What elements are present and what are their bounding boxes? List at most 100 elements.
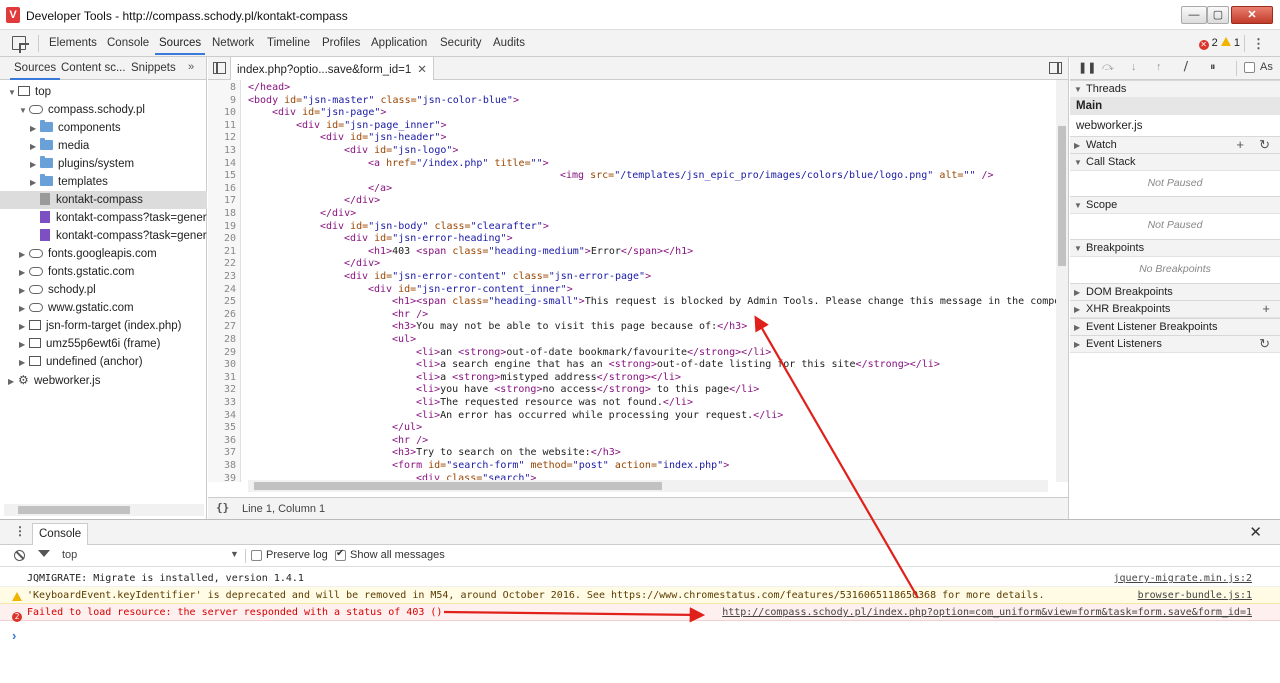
tab-network[interactable]: Network (212, 37, 254, 49)
line-number[interactable]: 19 (208, 221, 236, 234)
tab-audits[interactable]: Audits (493, 37, 525, 49)
line-number[interactable]: 36 (208, 435, 236, 448)
expand-toggle-icon[interactable]: ▶ (30, 138, 40, 155)
scrollbar-thumb[interactable] (254, 482, 662, 490)
line-number[interactable]: 14 (208, 158, 236, 171)
maximize-button[interactable]: ▢ (1207, 6, 1229, 24)
tab-application[interactable]: Application (371, 37, 427, 49)
message-source-link[interactable]: jquery-migrate.min.js:2 (1114, 570, 1252, 587)
tree-item[interactable]: kontakt-compass?task=generat (0, 209, 207, 227)
tab-sources[interactable]: Sources (154, 37, 206, 55)
tree-item[interactable]: ▶ templates (0, 173, 207, 191)
chevron-down-icon[interactable]: ▼ (230, 549, 239, 559)
expand-toggle-icon[interactable]: ▶ (19, 354, 29, 371)
step-over-icon[interactable]: ⤼ (1102, 61, 1114, 74)
deactivate-breakpoints-icon[interactable]: ⧸ (1184, 61, 1188, 74)
line-number[interactable]: 32 (208, 384, 236, 397)
code-view[interactable]: 8 </head> 9 <body id="jsn-master" class="js… (208, 80, 1057, 482)
refresh-icon[interactable]: ↻ (1259, 336, 1270, 352)
tree-item[interactable]: kontakt-compass?task=generat (0, 227, 207, 245)
line-number[interactable]: 29 (208, 347, 236, 360)
navigator-tab-sources[interactable]: Sources (9, 62, 61, 80)
line-number[interactable]: 22 (208, 258, 236, 271)
tab-elements[interactable]: Elements (49, 37, 97, 49)
thread-main[interactable]: Main (1070, 97, 1280, 115)
message-source-link[interactable]: http://compass.schody.pl/index.php?optio… (722, 604, 1252, 621)
scrollbar-thumb[interactable] (1058, 126, 1066, 266)
expand-toggle-icon[interactable]: ▶ (30, 120, 40, 137)
section-dom-breakpoints[interactable]: ▶ DOM Breakpoints (1070, 283, 1280, 301)
step-out-icon[interactable]: ↑ (1156, 61, 1162, 73)
expand-toggle-icon[interactable]: ▶ (19, 282, 29, 299)
thread-webworker[interactable]: webworker.js (1070, 117, 1280, 135)
expand-toggle-icon[interactable]: ▶ (30, 156, 40, 173)
line-number[interactable]: 17 (208, 195, 236, 208)
clear-console-icon[interactable] (14, 550, 25, 561)
expand-toggle-icon[interactable]: ▶ (19, 300, 29, 317)
toggle-debugger-icon[interactable] (1049, 62, 1062, 74)
line-number[interactable]: 18 (208, 208, 236, 221)
close-tab-icon[interactable]: ✕ (417, 64, 427, 76)
tree-item[interactable]: ▶ fonts.googleapis.com (0, 245, 207, 263)
line-number[interactable]: 39 (208, 473, 236, 482)
line-number[interactable]: 20 (208, 233, 236, 246)
expand-toggle-icon[interactable]: ▼ (19, 102, 29, 119)
line-number[interactable]: 27 (208, 321, 236, 334)
pause-on-exceptions-icon[interactable]: ⏸ (1210, 61, 1216, 74)
editor-vertical-scrollbar[interactable] (1056, 80, 1068, 482)
section-scope[interactable]: ▼ Scope (1070, 196, 1280, 214)
line-number[interactable]: 38 (208, 460, 236, 473)
tab-timeline[interactable]: Timeline (267, 37, 310, 49)
section-threads[interactable]: ▼ Threads (1070, 80, 1280, 98)
drawer-menu-icon[interactable]: ⋮ (14, 524, 26, 538)
expand-toggle-icon[interactable]: ▼ (8, 84, 18, 101)
section-xhr-breakpoints[interactable]: ▶ XHR Breakpoints + (1070, 300, 1280, 318)
step-into-icon[interactable]: ↓ (1131, 61, 1137, 73)
line-number[interactable]: 12 (208, 132, 236, 145)
expand-toggle-icon[interactable]: ▶ (8, 373, 18, 389)
line-number[interactable]: 26 (208, 309, 236, 322)
tree-item[interactable]: ▶ fonts.gstatic.com (0, 263, 207, 281)
more-tabs-icon[interactable]: » (188, 61, 194, 73)
line-number[interactable]: 15 (208, 170, 236, 183)
line-number[interactable]: 25 (208, 296, 236, 309)
add-watch-icon[interactable]: + (1236, 137, 1244, 153)
console-prompt[interactable]: › (12, 628, 16, 643)
expand-toggle-icon[interactable]: ▶ (19, 264, 29, 281)
pause-icon[interactable]: ❚❚ (1078, 61, 1096, 74)
refresh-icon[interactable]: ↻ (1259, 137, 1270, 153)
section-breakpoints[interactable]: ▼ Breakpoints (1070, 239, 1280, 257)
tree-item[interactable]: ▶ plugins/system (0, 155, 207, 173)
tab-profiles[interactable]: Profiles (322, 37, 360, 49)
tree-item[interactable]: kontakt-compass (0, 191, 207, 209)
line-number[interactable]: 30 (208, 359, 236, 372)
tree-item[interactable]: ▶ umz55p6ewt6i (frame) (0, 335, 207, 353)
close-window-button[interactable]: ✕ (1231, 6, 1273, 24)
line-number[interactable]: 31 (208, 372, 236, 385)
line-number[interactable]: 24 (208, 284, 236, 297)
expand-toggle-icon[interactable]: ▶ (19, 318, 29, 335)
section-call-stack[interactable]: ▼ Call Stack (1070, 153, 1280, 171)
close-drawer-icon[interactable]: ✕ (1249, 523, 1262, 541)
customize-menu-icon[interactable]: ⋮ (1252, 36, 1265, 52)
expand-toggle-icon[interactable]: ▶ (19, 246, 29, 263)
minimize-button[interactable]: — (1181, 6, 1207, 24)
message-source-link[interactable]: browser-bundle.js:1 (1138, 587, 1252, 604)
tree-item[interactable]: ▶ ⚙ webworker.js (0, 371, 207, 389)
add-xhr-breakpoint-icon[interactable]: + (1262, 301, 1270, 317)
tree-item[interactable]: ▶ jsn-form-target (index.php) (0, 317, 207, 335)
filter-icon[interactable] (38, 550, 50, 557)
navigator-tab-snippets[interactable]: Snippets (131, 62, 176, 74)
line-number[interactable]: 13 (208, 145, 236, 158)
tree-item[interactable]: ▶ components (0, 119, 207, 137)
line-number[interactable]: 23 (208, 271, 236, 284)
context-selector[interactable]: top (62, 549, 77, 561)
line-number[interactable]: 10 (208, 107, 236, 120)
show-all-messages-checkbox[interactable] (335, 548, 346, 561)
section-watch[interactable]: ▶ Watch + ↻ (1070, 136, 1280, 154)
issue-counters[interactable]: ✕ 2 1 (1198, 37, 1240, 50)
line-number[interactable]: 35 (208, 422, 236, 435)
scrollbar-thumb[interactable] (18, 506, 130, 514)
tree-item[interactable]: ▶ undefined (anchor) (0, 353, 207, 371)
line-number[interactable]: 28 (208, 334, 236, 347)
